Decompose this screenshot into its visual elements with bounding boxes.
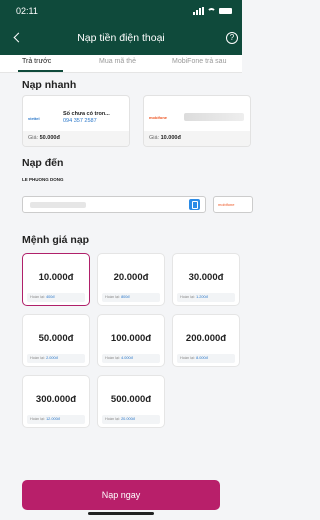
denomination-option[interactable]: 200.000đ Hoàn lại: 8.000đ xyxy=(172,314,240,367)
viettel-logo: viettel xyxy=(28,116,40,121)
cashback-row: Hoàn lại: 1.200đ xyxy=(177,293,235,302)
denomination-option[interactable]: 300.000đ Hoàn lại: 12.000đ xyxy=(22,375,90,428)
cashback-label: Hoàn lại: xyxy=(105,356,120,360)
signal-icon xyxy=(193,7,204,15)
help-icon[interactable]: ? xyxy=(226,32,238,44)
cashback-label: Hoàn lại: xyxy=(30,356,45,360)
cashback-value: 12.000đ xyxy=(46,417,60,421)
denomination-option[interactable]: 20.000đ Hoàn lại: 800đ xyxy=(97,253,165,306)
recipient-title: Nạp đến xyxy=(22,157,64,169)
cashback-row: Hoàn lại: 4.000đ xyxy=(102,354,160,363)
cashback-value: 800đ xyxy=(121,295,130,299)
denomination-title: Mệnh giá nạp xyxy=(22,234,90,246)
quick-topup-card[interactable]: viettel Số chưa có tron... 094 357 2587 … xyxy=(22,95,130,147)
status-time: 02:11 xyxy=(16,6,38,16)
cashback-value: 2.000đ xyxy=(46,356,58,360)
denomination-value: 100.000đ xyxy=(110,333,152,344)
tab-mobifone-postpaid[interactable]: MobiFone trả sau xyxy=(172,58,226,65)
cashback-row: Hoàn lại: 8.000đ xyxy=(177,354,235,363)
active-tab-indicator xyxy=(18,70,63,72)
quick-topup-title: Nạp nhanh xyxy=(22,79,77,91)
denomination-value: 300.000đ xyxy=(35,394,77,405)
cashback-row: Hoàn lại: 12.000đ xyxy=(27,415,85,424)
denomination-option[interactable]: 50.000đ Hoàn lại: 2.000đ xyxy=(22,314,90,367)
mobifone-logo: mobifone xyxy=(218,202,235,207)
price-value: 50.000đ xyxy=(39,135,60,141)
cashback-row: Hoàn lại: 800đ xyxy=(102,293,160,302)
denomination-option[interactable]: 100.000đ Hoàn lại: 4.000đ xyxy=(97,314,165,367)
cashback-value: 400đ xyxy=(46,295,55,299)
quick-price-row: Giá: 50.000đ xyxy=(23,131,129,146)
contacts-icon[interactable] xyxy=(189,199,200,210)
denomination-value: 10.000đ xyxy=(38,272,74,283)
cashback-label: Hoàn lại: xyxy=(105,417,120,421)
tab-bar: Trả trước Mua mã thẻ MobiFone trả sau xyxy=(0,55,242,73)
denomination-option[interactable]: 10.000đ Hoàn lại: 400đ xyxy=(22,253,90,306)
phone-number-input[interactable] xyxy=(22,196,206,213)
cashback-value: 4.000đ xyxy=(121,356,133,360)
cashback-label: Hoàn lại: xyxy=(30,417,45,421)
page-title: Nạp tiền điện thoại xyxy=(77,32,165,44)
cashback-value: 1.200đ xyxy=(196,295,208,299)
cashback-label: Hoàn lại: xyxy=(30,295,45,299)
price-value: 10.000đ xyxy=(160,135,181,141)
price-label: Giá: xyxy=(149,135,160,141)
cashback-label: Hoàn lại: xyxy=(105,295,120,299)
cashback-row: Hoàn lại: 20.000đ xyxy=(102,415,160,424)
status-icons xyxy=(193,7,232,15)
quick-price-row: Giá: 10.000đ xyxy=(144,131,250,146)
cashback-value: 20.000đ xyxy=(121,417,135,421)
denomination-value: 500.000đ xyxy=(110,394,152,405)
quick-contact-name: Số chưa có tron... xyxy=(63,111,110,117)
redacted-phone-number xyxy=(30,202,86,208)
cashback-label: Hoàn lại: xyxy=(180,356,195,360)
quick-topup-card[interactable]: mobifone Giá: 10.000đ xyxy=(143,95,251,147)
cashback-value: 8.000đ xyxy=(196,356,208,360)
mobifone-logo: mobifone xyxy=(149,115,167,120)
denomination-value: 200.000đ xyxy=(185,333,227,344)
tab-prepaid[interactable]: Trả trước xyxy=(22,58,51,65)
carrier-selector[interactable]: mobifone xyxy=(213,196,253,213)
cashback-row: Hoàn lại: 2.000đ xyxy=(27,354,85,363)
topup-now-button[interactable]: Nạp ngay xyxy=(22,480,220,510)
denomination-value: 20.000đ xyxy=(113,272,149,283)
status-bar: 02:11 xyxy=(16,6,232,18)
nav-bar: Nạp tiền điện thoại ? xyxy=(0,30,242,48)
denomination-value: 30.000đ xyxy=(188,272,224,283)
price-label: Giá: xyxy=(28,135,39,141)
tab-buy-card-code[interactable]: Mua mã thẻ xyxy=(99,58,136,65)
recipient-name: LE PHUONG DONG xyxy=(22,177,64,182)
redacted-contact xyxy=(184,113,244,121)
wifi-icon xyxy=(207,7,216,15)
cashback-row: Hoàn lại: 400đ xyxy=(27,293,85,302)
home-indicator xyxy=(88,512,154,515)
app-header: 02:11 Nạp tiền điện thoại ? xyxy=(0,0,242,55)
battery-icon xyxy=(219,8,232,14)
denomination-value: 50.000đ xyxy=(38,333,74,344)
denomination-option[interactable]: 500.000đ Hoàn lại: 20.000đ xyxy=(97,375,165,428)
cashback-label: Hoàn lại: xyxy=(180,295,195,299)
denomination-option[interactable]: 30.000đ Hoàn lại: 1.200đ xyxy=(172,253,240,306)
quick-contact-number: 094 357 2587 xyxy=(63,118,97,124)
